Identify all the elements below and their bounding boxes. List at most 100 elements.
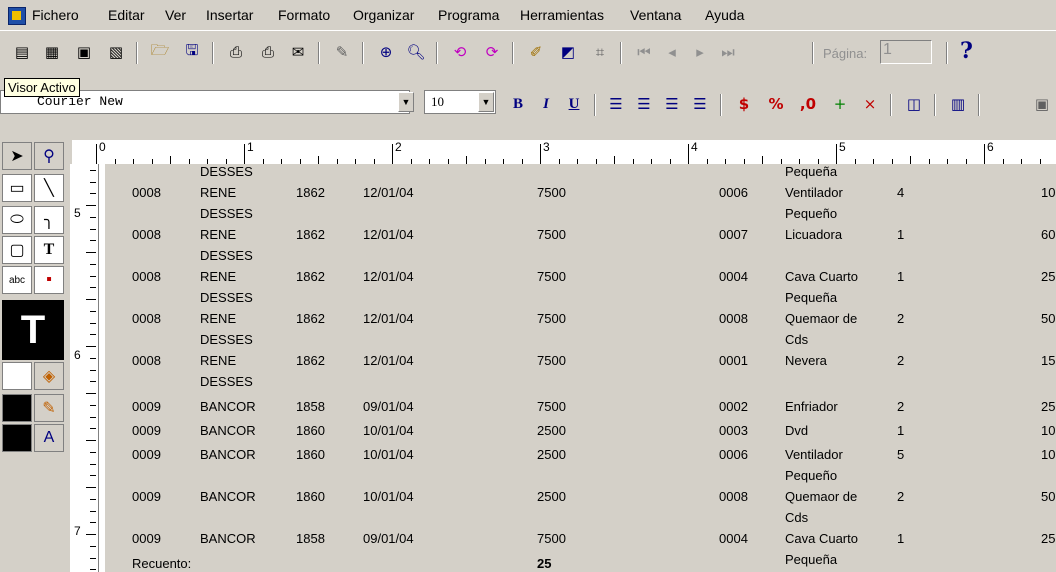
report-cell-qty[interactable]: 2 — [897, 353, 904, 368]
rounded-rect-tool-icon[interactable]: ▢ — [2, 236, 32, 264]
fill-color-swatch[interactable] — [2, 362, 32, 390]
report-cell-name[interactable]: DESSES — [200, 332, 253, 347]
print-icon[interactable]: ⎙ — [256, 40, 280, 64]
report-cell-code[interactable]: 1860 — [296, 447, 325, 462]
rectangle-tool-icon[interactable]: ▭ — [2, 174, 32, 202]
report-cell-name[interactable]: DESSES — [200, 374, 253, 389]
line-color-icon[interactable]: ✎ — [34, 394, 64, 422]
report-cell-price[interactable]: 600 — [1041, 227, 1056, 242]
report-cell-name[interactable]: DESSES — [200, 248, 253, 263]
export-icon[interactable]: ✉ — [286, 40, 310, 64]
report-cell-date[interactable]: 12/01/04 — [363, 185, 414, 200]
report-cell-desc[interactable]: Pequeño — [785, 206, 837, 221]
report-cell-desc[interactable]: Quemaor de — [785, 311, 857, 326]
field-view-icon[interactable]: ▦ — [40, 40, 64, 64]
report-cell-name[interactable]: DESSES — [200, 164, 253, 179]
report-cell-code[interactable]: 1862 — [296, 269, 325, 284]
report-cell-desc[interactable]: Pequeña — [785, 552, 837, 567]
image-tool-icon[interactable]: ▪ — [34, 266, 64, 294]
report-cell-id[interactable]: 0009 — [132, 423, 161, 438]
report-cell-prod[interactable]: 0008 — [719, 489, 748, 504]
report-cell-code[interactable]: 1862 — [296, 185, 325, 200]
report-cell-date[interactable]: 12/01/04 — [363, 353, 414, 368]
font-size-dropdown[interactable]: ▼ — [478, 92, 494, 112]
report-cell-prod[interactable]: 0004 — [719, 531, 748, 546]
report-cell-desc[interactable]: Ventilador — [785, 185, 843, 200]
report-cell-id[interactable]: 0009 — [132, 399, 161, 414]
bold-button[interactable]: B — [506, 92, 530, 116]
report-cell-date[interactable]: 12/01/04 — [363, 269, 414, 284]
menu-fichero[interactable]: Fichero — [32, 7, 79, 23]
report-cell-name[interactable]: BANCOR — [200, 489, 256, 504]
insert-field-icon[interactable]: ⟲ — [448, 40, 472, 64]
report-cell-id[interactable]: 0008 — [132, 185, 161, 200]
report-cell-prod[interactable]: 0004 — [719, 269, 748, 284]
report-cell-desc[interactable]: Quemaor de — [785, 489, 857, 504]
first-page-icon[interactable]: ⏮ — [632, 40, 656, 64]
report-cell-amount[interactable]: 2500 — [537, 489, 566, 504]
arc-tool-icon[interactable]: ╮ — [34, 206, 64, 234]
report-cell-code[interactable]: 1862 — [296, 353, 325, 368]
report-cell-price[interactable]: 100 — [1041, 447, 1056, 462]
xy-icon[interactable]: ▧ — [104, 40, 128, 64]
report-cell-prod[interactable]: 0008 — [719, 311, 748, 326]
report-cell-date[interactable]: 12/01/04 — [363, 311, 414, 326]
report-cell-qty[interactable]: 1 — [897, 269, 904, 284]
report-cell-amount[interactable]: 2500 — [537, 423, 566, 438]
report-cell-id[interactable]: 0008 — [132, 227, 161, 242]
summary-value[interactable]: 25 — [537, 556, 551, 571]
report-cell-qty[interactable]: 2 — [897, 311, 904, 326]
report-cell-name[interactable]: DESSES — [200, 206, 253, 221]
edit-formula-icon[interactable]: ✐ — [524, 40, 548, 64]
report-cell-prod[interactable]: 0007 — [719, 227, 748, 242]
report-cell-name[interactable]: RENE — [200, 353, 236, 368]
justify-icon[interactable]: ☰ — [688, 92, 712, 116]
report-cell-amount[interactable]: 7500 — [537, 353, 566, 368]
report-cell-name[interactable]: BANCOR — [200, 423, 256, 438]
menu-ver[interactable]: Ver — [165, 7, 186, 23]
report-cell-name[interactable]: RENE — [200, 311, 236, 326]
report-cell-code[interactable]: 1862 — [296, 227, 325, 242]
report-cell-name[interactable]: BANCOR — [200, 399, 256, 414]
report-cell-code[interactable]: 1862 — [296, 311, 325, 326]
report-cell-desc[interactable]: Cava Cuarto — [785, 531, 858, 546]
report-cell-id[interactable]: 0009 — [132, 531, 161, 546]
report-cell-qty[interactable]: 1 — [897, 227, 904, 242]
report-cell-name[interactable]: BANCOR — [200, 531, 256, 546]
menu-herramientas[interactable]: Herramientas — [520, 7, 604, 23]
open-folder-icon[interactable]: 🗁 — [148, 40, 172, 64]
report-cell-amount[interactable]: 7500 — [537, 269, 566, 284]
menu-programa[interactable]: Programa — [438, 7, 499, 23]
report-cell-prod[interactable]: 0001 — [719, 353, 748, 368]
report-cell-qty[interactable]: 1 — [897, 531, 904, 546]
help-icon[interactable]: ? — [960, 38, 973, 64]
report-cell-qty[interactable]: 2 — [897, 489, 904, 504]
zoom-in-icon[interactable]: ⊕ — [374, 40, 398, 64]
report-cell-price[interactable]: 2500 — [1041, 399, 1056, 414]
hyperlink-icon[interactable]: ⌗ — [588, 40, 612, 64]
report-cell-price[interactable]: 2500 — [1041, 269, 1056, 284]
text-color-swatch[interactable] — [2, 424, 32, 452]
report-cell-desc[interactable]: Cds — [785, 332, 808, 347]
report-cell-desc[interactable]: Pequeña — [785, 290, 837, 305]
report-cell-qty[interactable]: 5 — [897, 447, 904, 462]
report-cell-id[interactable]: 0009 — [132, 447, 161, 462]
insert-summary-icon[interactable]: ⟳ — [480, 40, 504, 64]
report-cell-desc[interactable]: Nevera — [785, 353, 827, 368]
report-cell-name[interactable]: RENE — [200, 185, 236, 200]
extra-tool-icon[interactable]: ▣ — [1030, 92, 1054, 116]
report-cell-desc[interactable]: Pequeña — [785, 164, 837, 179]
report-cell-price[interactable]: 100 — [1041, 185, 1056, 200]
report-cell-date[interactable]: 09/01/04 — [363, 531, 414, 546]
report-cell-id[interactable]: 0008 — [132, 269, 161, 284]
report-cell-amount[interactable]: 7500 — [537, 185, 566, 200]
line-tool-icon[interactable]: ╲ — [34, 174, 64, 202]
report-cell-date[interactable]: 10/01/04 — [363, 489, 414, 504]
text-tool-icon[interactable]: T — [34, 236, 64, 264]
preview-icon[interactable]: ▣ — [72, 40, 96, 64]
prev-page-icon[interactable]: ◂ — [660, 40, 684, 64]
italic-button[interactable]: I — [534, 92, 558, 116]
text-color-icon[interactable]: A — [34, 424, 64, 452]
report-cell-amount[interactable]: 2500 — [537, 447, 566, 462]
report-cell-date[interactable]: 10/01/04 — [363, 423, 414, 438]
